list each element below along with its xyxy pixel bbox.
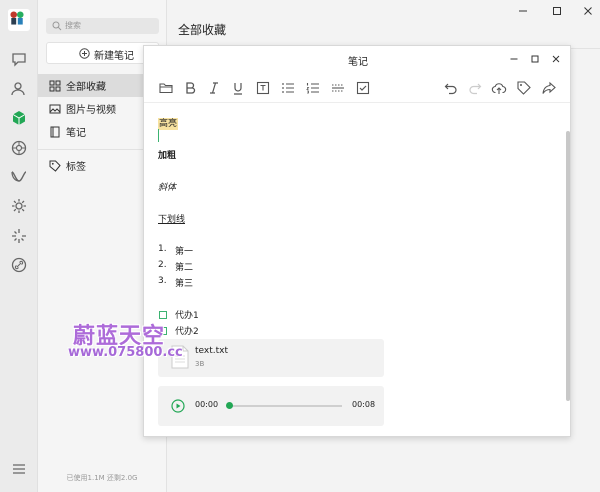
bold-text[interactable]: 加粗 xyxy=(158,148,176,161)
note-maximize-button[interactable] xyxy=(529,53,541,65)
grid-icon xyxy=(49,80,61,92)
moments-icon[interactable] xyxy=(10,139,28,157)
storage-usage: 已使用1.1M 还剩2.0G xyxy=(66,474,138,482)
folder-icon[interactable] xyxy=(158,80,174,96)
play-icon[interactable] xyxy=(171,399,185,413)
note-icon xyxy=(50,126,60,138)
image-icon xyxy=(49,104,61,114)
highlight-text[interactable]: 高亮 xyxy=(158,116,179,130)
note-editor-window: 笔记 高亮 加粗 斜体 下划线 1. 第一 2. 第二 3. 第三 代办1 代办… xyxy=(143,45,571,437)
chat-icon[interactable] xyxy=(10,50,28,68)
sidebar-item-label: 标签 xyxy=(66,162,86,173)
note-minimize-button[interactable] xyxy=(508,53,520,65)
underline-text[interactable]: 下划线 xyxy=(158,212,185,225)
audio-duration: 00:08 xyxy=(352,400,376,409)
list-item[interactable]: 第二 xyxy=(175,260,193,273)
list-number: 1. xyxy=(158,244,167,254)
italic-icon[interactable] xyxy=(206,80,222,96)
menu-icon[interactable] xyxy=(10,460,28,478)
search-icon xyxy=(52,21,62,31)
text-box-icon[interactable] xyxy=(255,80,271,96)
note-close-button[interactable] xyxy=(550,53,562,65)
list-number: 2. xyxy=(158,260,167,270)
text-cursor xyxy=(158,129,159,142)
bold-icon[interactable] xyxy=(182,80,198,96)
left-rail xyxy=(0,0,38,492)
sidebar-item-label: 图片与视频 xyxy=(66,105,116,116)
close-icon xyxy=(552,55,560,63)
maximize-button[interactable] xyxy=(550,4,564,18)
bullet-list-icon[interactable] xyxy=(280,80,296,96)
share-icon[interactable] xyxy=(541,80,557,96)
list-item[interactable]: 第一 xyxy=(175,244,193,257)
minimize-icon xyxy=(519,10,527,12)
minimize-icon xyxy=(510,58,518,60)
channels-icon[interactable] xyxy=(10,168,28,186)
checkbox-icon[interactable] xyxy=(355,80,371,96)
discover-icon[interactable] xyxy=(10,227,28,245)
list-number: 3. xyxy=(158,276,167,286)
numbered-list-icon[interactable] xyxy=(305,80,321,96)
file-name: text.txt xyxy=(195,346,229,356)
redo-icon[interactable] xyxy=(467,80,483,96)
audio-attachment: 00:00 00:08 xyxy=(158,386,384,426)
watermark-url: www.075800.cc xyxy=(68,345,183,360)
close-icon xyxy=(584,7,592,15)
todo-item[interactable]: 代办1 xyxy=(175,308,199,321)
audio-progress-track[interactable] xyxy=(228,405,342,407)
maximize-icon xyxy=(531,55,539,63)
maximize-icon xyxy=(553,7,561,15)
file-attachment[interactable]: text.txt 3B xyxy=(158,339,384,377)
tag-icon[interactable] xyxy=(516,80,532,96)
audio-progress-knob[interactable] xyxy=(226,402,233,409)
sidebar-item-label: 笔记 xyxy=(66,128,86,139)
file-size: 3B xyxy=(195,360,205,368)
cloud-upload-icon[interactable] xyxy=(491,80,507,96)
new-note-label: 新建笔记 xyxy=(94,51,134,62)
contacts-icon[interactable] xyxy=(10,80,28,98)
sidebar-item-label: 全部收藏 xyxy=(66,82,106,93)
search-placeholder: 搜索 xyxy=(65,21,81,30)
plus-circle-icon xyxy=(79,48,90,59)
miniprogram-icon[interactable] xyxy=(10,197,28,215)
todo-item[interactable]: 代办2 xyxy=(175,324,199,337)
minimize-button[interactable] xyxy=(516,4,530,18)
divider-icon[interactable] xyxy=(330,80,346,96)
scrollbar[interactable] xyxy=(566,131,570,401)
note-content[interactable]: 高亮 加粗 斜体 下划线 1. 第一 2. 第二 3. 第三 代办1 代办2 t… xyxy=(144,103,564,436)
search-input[interactable]: 搜索 xyxy=(46,18,159,34)
italic-text[interactable]: 斜体 xyxy=(158,180,176,193)
page-title: 全部收藏 xyxy=(178,23,227,37)
tag-icon xyxy=(49,160,61,172)
close-button[interactable] xyxy=(581,4,595,18)
favorites-icon[interactable] xyxy=(10,109,28,127)
undo-icon[interactable] xyxy=(443,80,459,96)
underline-icon[interactable] xyxy=(230,80,246,96)
list-item[interactable]: 第三 xyxy=(175,276,193,289)
audio-current-time: 00:00 xyxy=(195,400,219,409)
avatar[interactable] xyxy=(8,9,30,31)
link-icon[interactable] xyxy=(10,256,28,274)
